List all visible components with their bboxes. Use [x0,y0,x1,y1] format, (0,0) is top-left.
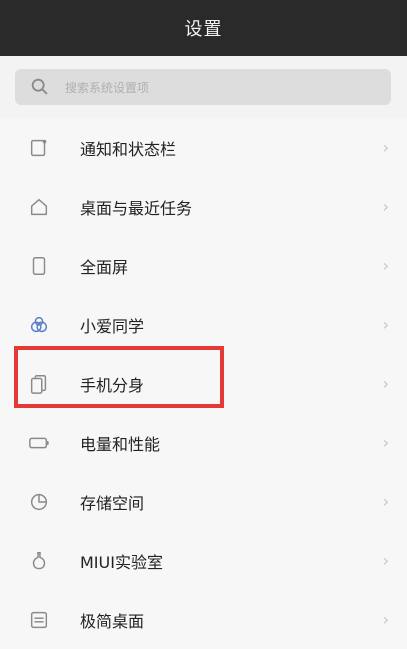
settings-item-label: 电量和性能 [80,434,161,454]
settings-item-label: MIUI实验室 [80,552,163,572]
search-input[interactable]: 搜索系统设置项 [15,69,391,105]
page-title: 设置 [184,19,223,40]
flask-icon [32,551,46,569]
search-area: 搜索系统设置项 [0,56,407,118]
notification-icon [30,139,47,156]
storage-icon [30,493,48,510]
settings-list: 通知和状态栏 › 桌面与最近任务 › 全面屏 › 小爱同学 › 手机分身 › 电… [0,118,407,649]
settings-item-simple-desktop[interactable]: 极简桌面 › [0,590,407,649]
chevron-right-icon: › [382,551,389,570]
settings-item-assistant[interactable]: 小爱同学 › [0,295,407,354]
chevron-right-icon: › [382,492,389,511]
settings-item-label: 全面屏 [80,257,129,277]
chevron-right-icon: › [382,374,389,393]
chevron-right-icon: › [382,138,389,157]
settings-item-label: 存储空间 [80,493,145,513]
chevron-right-icon: › [382,197,389,216]
settings-item-notifications[interactable]: 通知和状态栏 › [0,118,407,177]
home-icon [30,198,48,215]
settings-item-label: 极简桌面 [80,611,145,631]
settings-item-label: 小爱同学 [80,316,145,336]
chevron-right-icon: › [382,610,389,629]
settings-item-battery[interactable]: 电量和性能 › [0,413,407,472]
dual-phone-icon [30,374,47,394]
chevron-right-icon: › [382,256,389,275]
chevron-right-icon: › [382,433,389,452]
search-placeholder: 搜索系统设置项 [65,80,150,95]
settings-item-label: 桌面与最近任务 [80,198,193,218]
settings-item-label: 通知和状态栏 [80,139,177,159]
phone-screen-icon [32,256,46,275]
battery-icon [29,437,49,448]
settings-item-fullscreen[interactable]: 全面屏 › [0,236,407,295]
simple-desktop-icon [30,611,48,628]
settings-item-miui-lab[interactable]: MIUI实验室 › [0,531,407,590]
settings-item-dual-apps[interactable]: 手机分身 › [0,354,407,413]
settings-item-label: 手机分身 [80,375,145,395]
assistant-icon [30,316,48,332]
status-title-bar: 设置 [0,0,407,56]
settings-item-storage[interactable]: 存储空间 › [0,472,407,531]
search-icon [31,78,48,95]
settings-item-desktop[interactable]: 桌面与最近任务 › [0,177,407,236]
chevron-right-icon: › [382,315,389,334]
